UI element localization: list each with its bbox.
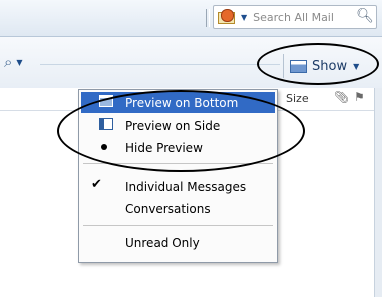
paperclip-icon[interactable]: 📎︎: [334, 90, 349, 104]
checkmark-icon: ✔: [91, 177, 102, 192]
annotation-ellipse: [57, 90, 305, 172]
toolbar-separator: [206, 9, 210, 27]
mail-scope-icon[interactable]: [217, 9, 237, 25]
menu-item-conversations[interactable]: Conversations: [81, 198, 275, 219]
toolbar-divider: [40, 64, 280, 65]
flag-icon[interactable]: ⚑: [354, 90, 365, 104]
menu-item-individual-messages[interactable]: ✔ Individual Messages: [81, 176, 275, 197]
chevron-down-icon[interactable]: ▼: [241, 13, 247, 22]
chevron-down-icon: ▼: [16, 57, 23, 67]
magnifier-icon: ⌕: [4, 53, 13, 71]
annotation-ellipse: [257, 43, 379, 85]
magnifier-dropdown-icon[interactable]: ⌕ ▼: [4, 51, 36, 73]
search-box[interactable]: ▼ Search All Mail: [213, 5, 377, 29]
menu-item-unread-only[interactable]: Unread Only: [81, 232, 275, 253]
menu-item-label: Individual Messages: [125, 179, 247, 194]
menu-separator: [83, 225, 273, 226]
search-button-icon[interactable]: 🔍︎: [354, 6, 376, 26]
column-size[interactable]: Size: [286, 92, 309, 105]
scrollbar[interactable]: [374, 88, 382, 297]
menu-item-label: Unread Only: [125, 235, 200, 250]
menu-item-label: Conversations: [125, 201, 211, 216]
top-toolbar: ▼ Search All Mail 🔍︎: [0, 0, 382, 37]
